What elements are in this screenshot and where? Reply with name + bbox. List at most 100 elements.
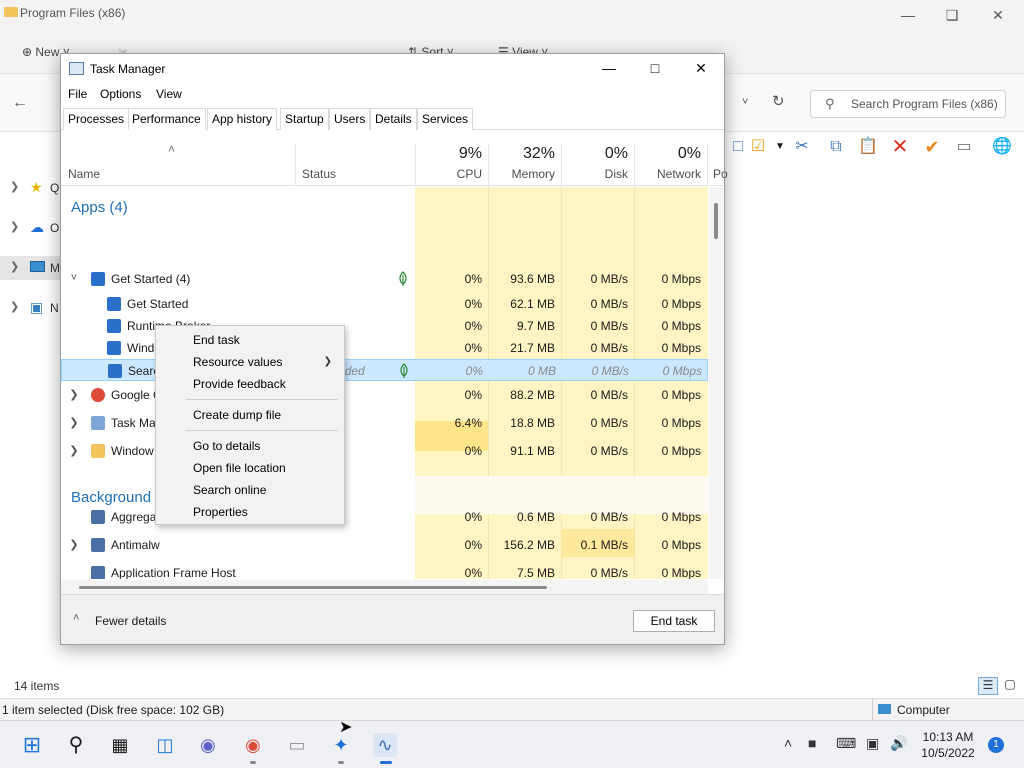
- ctx-properties[interactable]: Properties: [156, 501, 344, 523]
- chevron-up-icon[interactable]: ˄: [784, 735, 792, 751]
- column-cpu[interactable]: CPU: [417, 167, 482, 181]
- horizontal-scrollbar[interactable]: [61, 580, 708, 594]
- copy-icon[interactable]: ⧉: [824, 136, 848, 158]
- end-task-button[interactable]: End task: [633, 610, 715, 632]
- table-row[interactable]: ❯ Antimalw 0% 156.2 MB 0.1 MB/s 0 Mbps: [61, 534, 708, 556]
- teams-chat-icon[interactable]: ◉: [196, 733, 220, 757]
- ctx-resource-values[interactable]: Resource values ❯: [156, 351, 344, 373]
- cut-icon[interactable]: ✂: [790, 136, 814, 158]
- column-memory[interactable]: Memory: [490, 167, 555, 181]
- keyboard-icon[interactable]: ⌨: [836, 735, 856, 752]
- close-icon[interactable]: ✕: [681, 56, 721, 80]
- paste-icon[interactable]: 📋: [856, 136, 880, 158]
- ctx-create-dump-file[interactable]: Create dump file: [156, 404, 344, 426]
- column-power[interactable]: Po: [713, 167, 728, 181]
- nav-item-network[interactable]: ❯ ▣ N: [0, 296, 60, 320]
- sort-up-icon[interactable]: ˄: [168, 142, 175, 156]
- network-icon[interactable]: ▣: [866, 735, 879, 752]
- task-manager-taskbar-icon[interactable]: ∿: [373, 733, 397, 757]
- ctx-provide-feedback[interactable]: Provide feedback: [156, 373, 344, 395]
- details-view-icon[interactable]: ☰: [978, 677, 998, 695]
- process-memory: 91.1 MB: [510, 444, 555, 458]
- table-row[interactable]: ˅ Get Started (4) 0% 93.6 MB 0 MB/s 0 Mbps: [61, 268, 708, 290]
- process-cpu: 0%: [464, 566, 482, 579]
- process-memory: 0.6 MB: [516, 510, 555, 524]
- nav-item-this-pc[interactable]: ❯ M: [0, 256, 60, 280]
- back-icon[interactable]: ←: [12, 94, 28, 112]
- chrome-icon[interactable]: ◉: [241, 733, 265, 757]
- vertical-scroll-thumb[interactable]: [714, 203, 718, 239]
- minimize-icon[interactable]: —: [888, 3, 928, 27]
- chevron-right-icon[interactable]: ❯: [10, 220, 19, 233]
- clock[interactable]: 10:13 AM 10/5/2022: [918, 729, 978, 761]
- chevron-right-icon[interactable]: ❯: [68, 444, 80, 457]
- search-icon[interactable]: ⚲: [64, 733, 88, 757]
- process-disk: 0 MB/s: [590, 297, 628, 311]
- explorer-search-box[interactable]: ⚲ Search Program Files (x86): [810, 90, 1006, 118]
- process-cpu: 0%: [464, 341, 482, 355]
- cloud-icon: ☁: [30, 219, 44, 235]
- tiles-view-icon[interactable]: ▢: [1002, 677, 1018, 695]
- process-disk: 0 MB/s: [590, 388, 628, 402]
- start-windows-icon[interactable]: ⊞: [20, 733, 44, 757]
- table-row[interactable]: Application Frame Host 0% 7.5 MB 0 MB/s 0 Mb…: [61, 562, 708, 579]
- column-disk[interactable]: Disk: [563, 167, 628, 181]
- taskbar: ⊞ ⚲ ▦ ◫ ◉ ◉ ▭ ✦ ∿ ➤ ˄ ■ ⌨ ▣ 🔊 10:13 AM 1…: [0, 719, 1024, 768]
- tab-details[interactable]: Details: [370, 108, 417, 130]
- delete-icon[interactable]: ✕: [888, 136, 912, 158]
- process-icon: [91, 510, 105, 524]
- table-row[interactable]: Get Started 0% 62.1 MB 0 MB/s 0 Mbps: [61, 293, 708, 315]
- process-memory: 18.8 MB: [510, 416, 555, 430]
- process-network: 0 Mbps: [661, 388, 701, 402]
- chevron-right-icon[interactable]: ❯: [10, 260, 19, 273]
- ctx-search-online[interactable]: Search online: [156, 479, 344, 501]
- notification-badge[interactable]: 1: [988, 737, 1004, 753]
- process-network: 0 Mbps: [661, 341, 701, 355]
- maximize-icon[interactable]: □: [635, 56, 675, 80]
- menu-file[interactable]: File: [68, 87, 87, 101]
- address-dropdown-icon[interactable]: ˅: [742, 96, 748, 108]
- chevron-right-icon[interactable]: ❯: [10, 180, 19, 193]
- chevron-right-icon[interactable]: ❯: [68, 538, 80, 551]
- close-icon[interactable]: ✕: [978, 3, 1018, 27]
- column-name[interactable]: Name: [68, 167, 100, 181]
- menu-view[interactable]: View: [156, 87, 182, 101]
- chevron-right-icon[interactable]: ❯: [68, 416, 80, 429]
- tab-startup[interactable]: Startup: [280, 108, 329, 130]
- tab-performance[interactable]: Performance: [127, 108, 206, 130]
- chevron-down-icon[interactable]: ˅: [68, 272, 80, 284]
- folder-dropdown-icon[interactable]: ▼: [768, 136, 792, 158]
- tab-app-history[interactable]: App history: [207, 108, 278, 130]
- ctx-end-task[interactable]: End task: [156, 329, 344, 351]
- rename-icon[interactable]: ▭: [952, 136, 976, 158]
- process-memory: 21.7 MB: [510, 341, 555, 355]
- refresh-icon[interactable]: ↻: [772, 92, 785, 110]
- volume-icon[interactable]: 🔊: [890, 735, 907, 752]
- vertical-scrollbar[interactable]: [709, 187, 723, 579]
- tray-app-icon[interactable]: ■: [808, 735, 816, 751]
- widgets-icon[interactable]: ◫: [153, 733, 177, 757]
- ctx-go-to-details[interactable]: Go to details: [156, 435, 344, 457]
- checkmark-icon[interactable]: ✔: [920, 136, 944, 158]
- restore-icon[interactable]: ❏: [932, 3, 972, 27]
- globe-icon[interactable]: 🌐: [990, 136, 1014, 158]
- column-status[interactable]: Status: [302, 167, 336, 181]
- file-icon[interactable]: ▭: [285, 733, 309, 757]
- nav-item-quick-access[interactable]: ❯ ★ Q: [0, 176, 60, 200]
- select-folder-icon[interactable]: ☑: [746, 136, 770, 158]
- chevron-up-icon[interactable]: ˄: [73, 612, 79, 624]
- menu-options[interactable]: Options: [100, 87, 141, 101]
- process-disk: 0 MB/s: [591, 364, 629, 378]
- minimize-icon[interactable]: —: [589, 56, 629, 80]
- horizontal-scroll-thumb[interactable]: [79, 586, 547, 589]
- tab-users[interactable]: Users: [329, 108, 371, 130]
- column-network[interactable]: Network: [636, 167, 701, 181]
- chevron-right-icon[interactable]: ❯: [68, 388, 80, 401]
- task-view-icon[interactable]: ▦: [108, 733, 132, 757]
- tab-processes[interactable]: Processes: [63, 108, 130, 130]
- fewer-details-link[interactable]: Fewer details: [95, 614, 166, 628]
- chevron-right-icon[interactable]: ❯: [10, 300, 19, 313]
- nav-item-onedrive[interactable]: ❯ ☁ O: [0, 216, 60, 240]
- ctx-open-file-location[interactable]: Open file location: [156, 457, 344, 479]
- tab-services[interactable]: Services: [417, 108, 474, 130]
